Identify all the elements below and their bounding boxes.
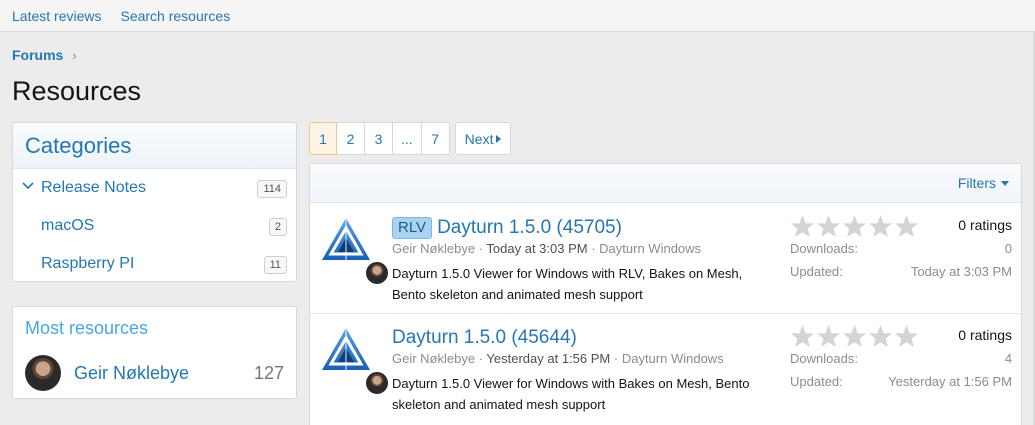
downloads-row: Downloads: 4 bbox=[790, 351, 1012, 366]
resource-time[interactable]: Today at 3:03 PM bbox=[486, 241, 587, 256]
search-resources-link[interactable]: Search resources bbox=[120, 8, 230, 24]
category-item-raspberry-pi[interactable]: Raspberry PI 11 bbox=[13, 245, 296, 283]
resource-list: Filters RLV Dayturn 1.5.0 (45705) Geir N… bbox=[309, 163, 1022, 425]
chevron-down-icon[interactable] bbox=[21, 179, 35, 193]
category-item-macos[interactable]: macOS 2 bbox=[13, 207, 296, 245]
user-link[interactable]: Geir Nøklebye bbox=[74, 363, 189, 384]
star-icon bbox=[843, 325, 866, 347]
prefix-badge[interactable]: RLV bbox=[392, 217, 433, 239]
star-icon bbox=[817, 215, 840, 237]
rating-stars bbox=[790, 214, 919, 239]
author-link[interactable]: Geir Nøklebye bbox=[392, 241, 475, 256]
resource-icon[interactable] bbox=[320, 326, 390, 396]
dayturn-logo-icon[interactable] bbox=[320, 216, 372, 268]
resource-title[interactable]: Dayturn 1.5.0 (45644) bbox=[392, 327, 577, 349]
resource-description: Dayturn 1.5.0 Viewer for Windows with RL… bbox=[392, 266, 743, 302]
resource-icon[interactable] bbox=[320, 216, 390, 286]
category-label[interactable]: Raspberry PI bbox=[41, 255, 134, 273]
filters-button[interactable]: Filters bbox=[958, 175, 996, 191]
star-icon bbox=[791, 325, 814, 347]
avatar[interactable] bbox=[364, 260, 390, 286]
next-label[interactable]: Next bbox=[465, 131, 494, 147]
most-resources-row[interactable]: Geir Nøklebye 127 bbox=[25, 354, 284, 392]
resource-item: RLV Dayturn 1.5.0 (45705) Geir Nøklebye … bbox=[310, 204, 1021, 314]
resource-item: Dayturn 1.5.0 (45644) Geir Nøklebye · Ye… bbox=[310, 314, 1021, 424]
star-icon bbox=[817, 325, 840, 347]
author-link[interactable]: Geir Nøklebye bbox=[392, 351, 475, 366]
most-resources-heading: Most resources bbox=[25, 318, 149, 338]
next-page-button[interactable]: Next bbox=[454, 122, 512, 155]
star-icon bbox=[869, 325, 892, 347]
category-label[interactable]: macOS bbox=[41, 217, 94, 235]
categories-block: Categories Release Notes 114 macOS 2 Ras… bbox=[12, 122, 297, 282]
resource-title[interactable]: Dayturn 1.5.0 (45705) bbox=[437, 217, 622, 239]
most-resources-block: Most resources Geir Nøklebye 127 bbox=[12, 306, 297, 399]
ratings-count: 0 ratings bbox=[958, 217, 1012, 233]
star-icon bbox=[895, 325, 918, 347]
page-2-button[interactable]: 2 bbox=[337, 122, 365, 155]
chevron-right-icon: › bbox=[72, 47, 77, 63]
updated-label: Updated: bbox=[790, 374, 843, 389]
downloads-label: Downloads: bbox=[790, 241, 858, 256]
page-3-button[interactable]: 3 bbox=[365, 122, 393, 155]
updated-value[interactable]: Yesterday at 1:56 PM bbox=[888, 374, 1012, 389]
resource-meta: Geir Nøklebye · Yesterday at 1:56 PM · D… bbox=[392, 351, 724, 366]
categories-heading: Categories bbox=[13, 123, 296, 169]
category-link[interactable]: Dayturn Windows bbox=[622, 351, 724, 366]
updated-label: Updated: bbox=[790, 264, 843, 279]
pagination: 1 2 3 ... 7 Next bbox=[309, 122, 512, 155]
downloads-value: 4 bbox=[1004, 351, 1012, 366]
caret-down-icon[interactable] bbox=[1001, 180, 1009, 186]
page-1-button[interactable]: 1 bbox=[309, 122, 337, 155]
rating-stars bbox=[790, 324, 919, 349]
ratings-count: 0 ratings bbox=[958, 327, 1012, 343]
breadcrumb: Forums › bbox=[12, 47, 77, 63]
dayturn-logo-icon[interactable] bbox=[320, 326, 372, 378]
resource-count: 127 bbox=[253, 362, 284, 383]
category-link[interactable]: Dayturn Windows bbox=[599, 241, 701, 256]
avatar[interactable] bbox=[25, 355, 61, 391]
downloads-row: Downloads: 0 bbox=[790, 241, 1012, 256]
resource-time[interactable]: Yesterday at 1:56 PM bbox=[486, 351, 610, 366]
caret-right-icon bbox=[496, 134, 502, 143]
category-count: 114 bbox=[257, 180, 287, 198]
latest-reviews-link[interactable]: Latest reviews bbox=[12, 8, 101, 24]
category-count: 2 bbox=[268, 218, 287, 236]
updated-value[interactable]: Today at 3:03 PM bbox=[911, 264, 1012, 279]
page-skip-button[interactable]: ... bbox=[393, 122, 422, 155]
category-item-release-notes[interactable]: Release Notes 114 bbox=[13, 169, 296, 207]
breadcrumb-forums[interactable]: Forums bbox=[12, 47, 63, 63]
updated-row: Updated: Today at 3:03 PM bbox=[790, 264, 1012, 279]
page-title: Resources bbox=[12, 76, 142, 106]
star-icon bbox=[869, 215, 892, 237]
updated-row: Updated: Yesterday at 1:56 PM bbox=[790, 374, 1012, 389]
downloads-label: Downloads: bbox=[790, 351, 858, 366]
star-icon bbox=[843, 215, 866, 237]
list-header: Filters bbox=[310, 164, 1021, 203]
resource-meta: Geir Nøklebye · Today at 3:03 PM · Daytu… bbox=[392, 241, 702, 256]
category-label[interactable]: Release Notes bbox=[41, 179, 146, 197]
downloads-value: 0 bbox=[1004, 241, 1012, 256]
page-7-button[interactable]: 7 bbox=[421, 122, 450, 155]
category-count: 11 bbox=[263, 256, 287, 274]
resource-description: Dayturn 1.5.0 Viewer for Windows with Ba… bbox=[392, 376, 750, 412]
avatar[interactable] bbox=[364, 370, 390, 396]
star-icon bbox=[895, 215, 918, 237]
star-icon bbox=[791, 215, 814, 237]
sub-navigation: Latest reviews Search resources bbox=[0, 0, 1035, 32]
